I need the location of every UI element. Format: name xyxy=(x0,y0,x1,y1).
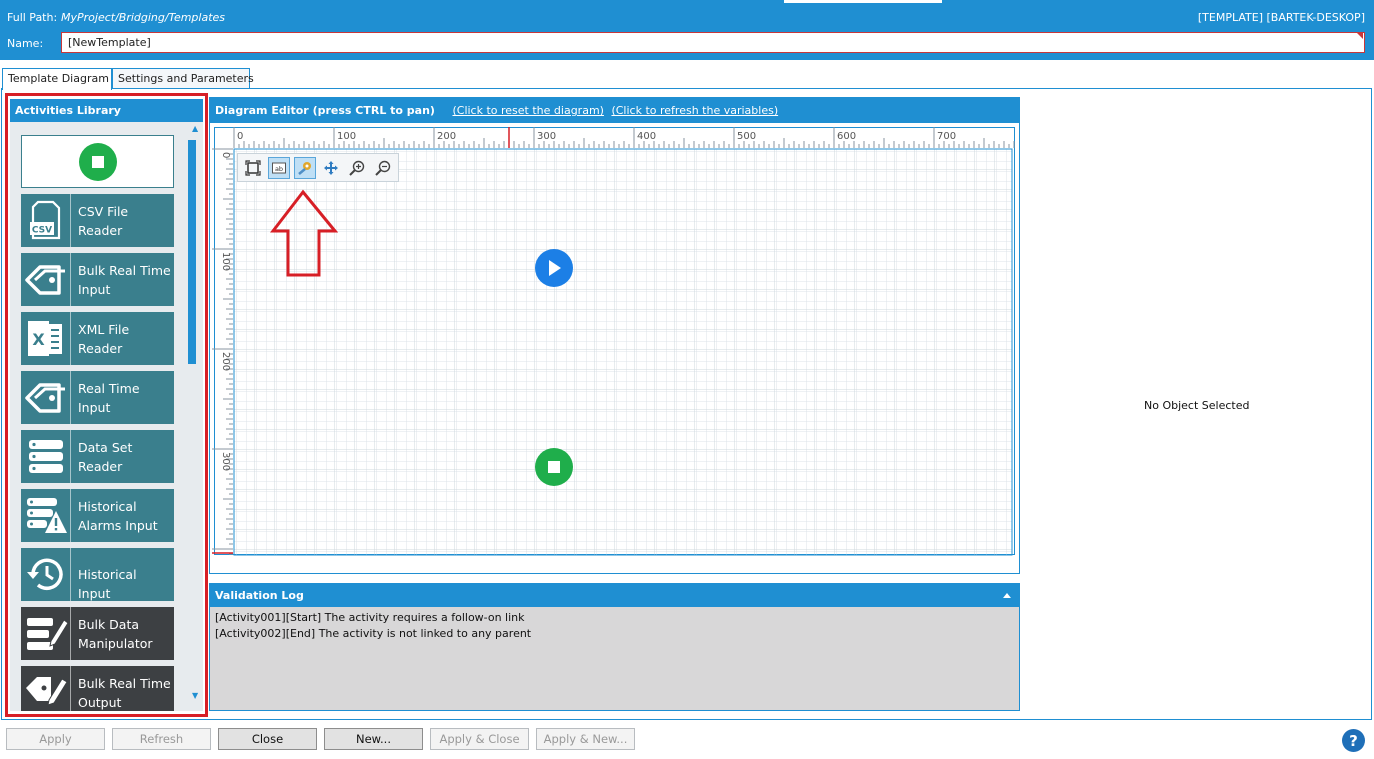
tab-template-diagram[interactable]: Template Diagram xyxy=(2,68,112,90)
link-connector-icon[interactable] xyxy=(294,157,316,179)
collapse-icon[interactable] xyxy=(1003,593,1011,598)
library-item-xml-file-reader[interactable]: X XML File Reader xyxy=(21,312,174,365)
header-bar: Full Path: MyProject/Bridging/Templates … xyxy=(0,0,1374,60)
validation-log: Validation Log [Activity001][Start] The … xyxy=(209,583,1020,711)
pan-icon[interactable] xyxy=(320,157,342,179)
validation-message: [Activity002][End] The activity is not l… xyxy=(215,627,532,640)
library-item-label: Historical Alarms Input xyxy=(78,499,158,533)
stop-icon xyxy=(548,461,560,473)
csv-file-icon: CSV xyxy=(21,194,71,247)
full-path-value: MyProject/Bridging/Templates xyxy=(61,11,226,24)
ruler-label: 500 xyxy=(737,131,756,142)
validation-message: [Activity001][Start] The activity requir… xyxy=(215,611,525,624)
svg-text:ab: ab xyxy=(275,165,283,173)
help-icon[interactable]: ? xyxy=(1342,729,1365,752)
library-item-label: XML File Reader xyxy=(78,322,130,356)
zoom-out-icon[interactable] xyxy=(372,157,394,179)
scroll-down-arrow[interactable]: ▼ xyxy=(192,691,198,700)
diagram-toolbar: ab xyxy=(237,153,399,182)
scroll-up-arrow[interactable]: ▲ xyxy=(192,124,198,133)
library-item-real-time-input[interactable]: Real Time Input xyxy=(21,371,174,424)
ruler-label: 300 xyxy=(220,452,231,471)
ruler-label: 300 xyxy=(537,131,556,142)
diagram-editor-header: Diagram Editor (press CTRL to pan) (Clic… xyxy=(210,98,1019,123)
apply-button[interactable]: Apply xyxy=(6,728,105,750)
library-item-data-set-reader[interactable]: Data Set Reader xyxy=(21,430,174,483)
ruler-label: 0 xyxy=(220,152,231,158)
text-label-icon[interactable]: ab xyxy=(268,157,290,179)
ruler-label: 700 xyxy=(937,131,956,142)
library-item-bulk-real-time-output[interactable]: Bulk Real Time Output xyxy=(21,666,174,711)
ruler-label: 100 xyxy=(337,131,356,142)
library-item-bulk-real-time-input[interactable]: Bulk Real Time Input xyxy=(21,253,174,306)
name-input[interactable] xyxy=(61,32,1365,53)
footer-bar: Apply Refresh Close New... Apply & Close… xyxy=(0,721,1374,759)
library-item-historical-input[interactable]: Historical Input xyxy=(21,548,174,601)
refresh-variables-link[interactable]: (Click to refresh the variables) xyxy=(611,104,778,117)
library-item-label: Bulk Real Time Output xyxy=(78,676,171,710)
library-item-label: CSV File Reader xyxy=(78,204,129,238)
refresh-button[interactable]: Refresh xyxy=(112,728,211,750)
library-item-label: Real Time Input xyxy=(78,381,140,415)
svg-text:CSV: CSV xyxy=(32,226,52,236)
start-node[interactable] xyxy=(535,249,573,287)
svg-text:X: X xyxy=(32,330,45,349)
ruler-label: 200 xyxy=(437,131,456,142)
header-notch xyxy=(784,0,942,3)
library-item-historical-alarms-input[interactable]: Historical Alarms Input xyxy=(21,489,174,542)
library-title: Activities Library xyxy=(10,99,203,122)
tab-settings-and-parameters[interactable]: Settings and Parameters xyxy=(112,68,254,89)
close-button[interactable]: Close xyxy=(218,728,317,750)
diagram-editor-title: Diagram Editor (press CTRL to pan) xyxy=(215,104,435,117)
ruler-label: 200 xyxy=(220,352,231,371)
template-context-label: [TEMPLATE] [BARTEK-DESKOP] xyxy=(1197,11,1365,24)
library-item-label: Historical Input xyxy=(78,567,137,601)
library-item-label: Data Set Reader xyxy=(78,440,133,474)
reset-diagram-link[interactable]: (Click to reset the diagram) xyxy=(452,104,603,117)
tag-icon xyxy=(21,253,71,306)
tag-icon xyxy=(21,371,71,424)
validation-log-title: Validation Log xyxy=(210,584,1019,607)
ruler-label: 400 xyxy=(637,131,656,142)
properties-empty-text: No Object Selected xyxy=(1144,399,1250,412)
edit-list-icon xyxy=(21,607,71,660)
ruler-label: 0 xyxy=(237,131,243,142)
fit-to-page-icon[interactable] xyxy=(242,157,264,179)
activities-library: Activities Library ▲ ▼ CSV CSV File Read… xyxy=(10,99,203,711)
validation-error-marker xyxy=(1357,33,1363,39)
excel-file-icon: X xyxy=(21,312,71,365)
ruler-label: 100 xyxy=(220,252,231,271)
annotation-arrow xyxy=(270,189,338,277)
library-item-bulk-data-manipulator[interactable]: Bulk Data Manipulator xyxy=(21,607,174,660)
end-node[interactable] xyxy=(535,448,573,486)
new-button[interactable]: New... xyxy=(324,728,423,750)
history-icon xyxy=(21,548,71,601)
database-icon xyxy=(21,430,71,483)
apply-and-new-button[interactable]: Apply & New... xyxy=(536,728,635,750)
library-item-label: Bulk Data Manipulator xyxy=(78,617,153,651)
library-item-csv-file-reader[interactable]: CSV CSV File Reader xyxy=(21,194,174,247)
library-item-label: Bulk Real Time Input xyxy=(78,263,171,297)
edit-tag-icon xyxy=(21,666,71,711)
ruler-label: 600 xyxy=(837,131,856,142)
full-path-label: Full Path: xyxy=(7,11,58,24)
name-label: Name: xyxy=(7,37,44,50)
apply-and-close-button[interactable]: Apply & Close xyxy=(430,728,529,750)
alarm-database-icon xyxy=(21,489,71,542)
zoom-in-icon[interactable] xyxy=(346,157,368,179)
library-item-end[interactable] xyxy=(21,135,174,188)
library-scrollbar[interactable] xyxy=(188,140,196,364)
